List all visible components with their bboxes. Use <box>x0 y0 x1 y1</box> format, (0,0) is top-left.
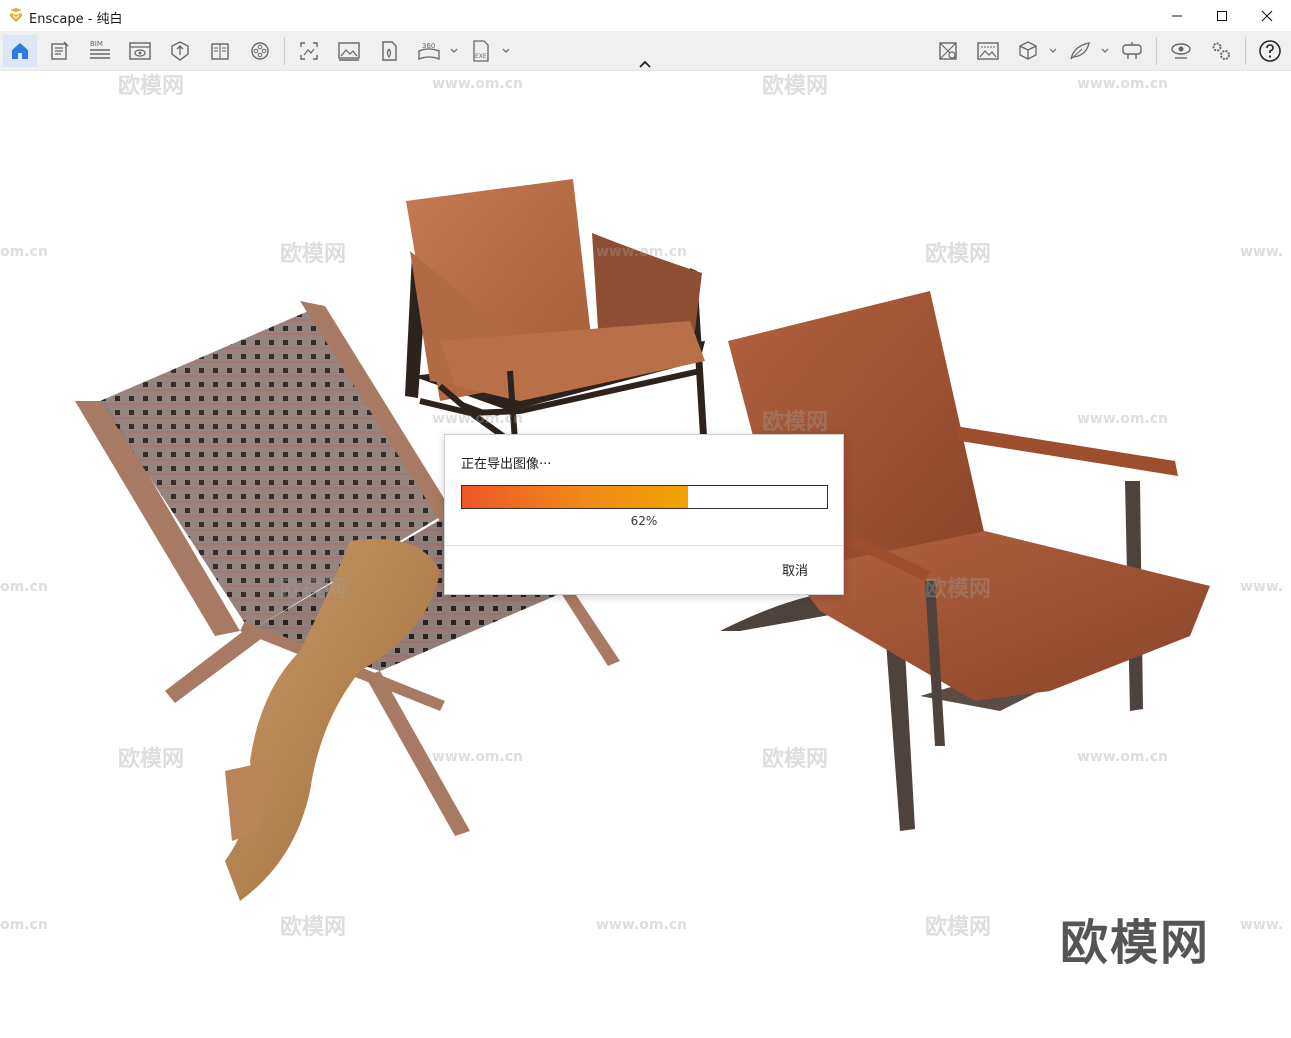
help-button[interactable] <box>1253 35 1287 67</box>
bim-icon: BIM <box>90 40 110 59</box>
panorama-360-button[interactable]: 360 <box>412 35 446 67</box>
svg-text:欧模网: 欧模网 <box>280 241 346 267</box>
corner-watermark-logo: 欧模网 <box>1060 915 1211 971</box>
screenshot-button[interactable] <box>292 35 326 67</box>
svg-text:www.om.cn: www.om.cn <box>596 917 687 933</box>
svg-text:www.: www. <box>1240 244 1283 260</box>
svg-text:BIM: BIM <box>90 40 103 48</box>
chevron-down-icon[interactable] <box>1101 47 1109 55</box>
svg-text:www.om.cn: www.om.cn <box>432 411 523 427</box>
svg-text:www.om.cn: www.om.cn <box>1077 76 1168 92</box>
progress-bar <box>461 485 828 509</box>
view-button[interactable] <box>123 35 157 67</box>
chevron-down-icon[interactable] <box>450 47 458 55</box>
visual-settings-button[interactable] <box>1164 35 1198 67</box>
vr-headset-button[interactable] <box>1115 35 1149 67</box>
asset-library-button[interactable] <box>1011 35 1045 67</box>
svg-text:欧模网: 欧模网 <box>118 73 184 99</box>
svg-text:om.cn: om.cn <box>0 244 48 260</box>
chevron-down-icon[interactable] <box>1049 47 1057 55</box>
svg-text:欧模网: 欧模网 <box>280 914 346 940</box>
settings-icon <box>1212 42 1230 60</box>
minimize-button[interactable] <box>1154 0 1200 31</box>
atmosphere-button[interactable] <box>971 35 1005 67</box>
panorama-360-icon: 360 <box>418 42 440 60</box>
exe-export-icon: EXE <box>473 40 489 62</box>
toolbar-separator <box>1156 37 1157 65</box>
screenshot-icon <box>300 42 318 60</box>
svg-text:om.cn: om.cn <box>0 917 48 933</box>
svg-text:om.cn: om.cn <box>0 579 48 595</box>
dialog-message: 正在导出图像··· <box>461 457 552 472</box>
batch-render-button[interactable] <box>332 35 366 67</box>
collapse-toolbar-icon[interactable] <box>636 58 654 70</box>
book-button[interactable] <box>203 35 237 67</box>
export-progress-dialog: 正在导出图像··· 62% 取消 <box>444 434 844 595</box>
svg-text:www.om.cn: www.om.cn <box>432 76 523 92</box>
fabric-armchair <box>405 179 707 444</box>
vr-headset-icon <box>1122 42 1142 59</box>
home-button[interactable] <box>3 35 37 67</box>
maximize-icon <box>1217 10 1227 21</box>
window-title: Enscape - 纯白 <box>29 12 123 27</box>
close-icon <box>1261 10 1273 21</box>
notes-icon <box>51 41 69 60</box>
home-icon <box>12 43 28 59</box>
svg-text:欧模网: 欧模网 <box>118 746 184 772</box>
view-icon <box>129 42 151 60</box>
film-reel-icon <box>251 42 269 60</box>
svg-text:欧模网: 欧模网 <box>762 73 828 99</box>
svg-text:欧模网: 欧模网 <box>280 576 346 602</box>
svg-text:欧模网: 欧模网 <box>925 241 991 267</box>
chevron-down-icon[interactable] <box>502 47 510 55</box>
toolbar-separator <box>284 37 285 65</box>
book-icon <box>211 43 229 60</box>
close-button[interactable] <box>1244 0 1290 31</box>
dialog-divider <box>445 545 843 546</box>
bim-button[interactable]: BIM <box>83 35 117 67</box>
export-panorama-button[interactable] <box>372 35 406 67</box>
safe-frame-icon <box>171 41 189 61</box>
enscape-logo-icon <box>10 8 22 22</box>
asset-library-icon <box>1019 41 1037 60</box>
svg-text:欧模网: 欧模网 <box>925 914 991 940</box>
svg-text:www.om.cn: www.om.cn <box>432 749 523 765</box>
progress-percent: 62% <box>630 514 658 528</box>
feather-button[interactable] <box>1063 35 1097 67</box>
settings-button[interactable] <box>1204 35 1238 67</box>
svg-text:www.om.cn: www.om.cn <box>1077 749 1168 765</box>
svg-text:欧模网: 欧模网 <box>762 746 828 772</box>
svg-text:www.: www. <box>1240 579 1283 595</box>
toolbar-separator <box>1245 37 1246 65</box>
svg-text:欧模网: 欧模网 <box>762 409 828 435</box>
film-reel-button[interactable] <box>243 35 277 67</box>
svg-text:www.: www. <box>1240 917 1283 933</box>
material-editor-button[interactable] <box>931 35 965 67</box>
notes-button[interactable] <box>43 35 77 67</box>
svg-text:www.om.cn: www.om.cn <box>596 244 687 260</box>
svg-text:EXE: EXE <box>475 53 487 60</box>
exe-export-button[interactable]: EXE <box>464 35 498 67</box>
maximize-button[interactable] <box>1199 0 1245 31</box>
feather-icon <box>1070 42 1090 60</box>
minimize-icon <box>1172 15 1182 16</box>
atmosphere-icon <box>977 42 999 60</box>
material-editor-icon <box>939 42 957 60</box>
batch-render-icon <box>338 42 360 61</box>
cancel-button[interactable]: 取消 <box>767 557 823 581</box>
progress-bar-fill <box>462 486 688 508</box>
help-icon <box>1259 40 1281 62</box>
safe-frame-button[interactable] <box>163 35 197 67</box>
export-panorama-icon <box>382 41 397 61</box>
visual-settings-icon <box>1171 43 1191 59</box>
title-bar: Enscape - 纯白 <box>0 0 1291 31</box>
svg-text:欧模网: 欧模网 <box>925 576 991 602</box>
svg-text:www.om.cn: www.om.cn <box>1077 411 1168 427</box>
